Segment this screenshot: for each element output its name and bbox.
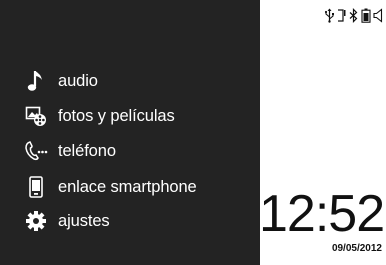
menu-item-audio[interactable]: audio [0,64,260,98]
battery-icon [361,8,371,23]
usb-icon [324,8,335,23]
photo-film-icon [22,102,50,130]
menu-item-label: enlace smartphone [58,177,197,196]
menu-item-label: teléfono [58,141,116,160]
status-bar [324,8,383,23]
menu-item-phone[interactable]: teléfono [0,134,260,168]
menu-item-label: audio [58,71,98,90]
menu-item-photos-films[interactable]: fotos y películas [0,99,260,133]
music-note-icon [22,67,50,95]
clock-time: 12:52 [259,185,385,243]
menu-item-label: fotos y películas [58,106,175,125]
phone-icon [22,137,50,165]
menu-panel: audio fotos y películas teléfono enlace … [0,0,260,265]
phone-handset-icon [337,8,346,23]
bluetooth-icon [348,8,359,23]
menu-item-label: ajustes [58,211,110,230]
gear-icon [22,207,50,235]
menu-item-settings[interactable]: ajustes [0,204,260,238]
menu-item-smartphone-link[interactable]: enlace smartphone [0,170,260,204]
volume-icon [373,8,383,23]
smartphone-icon [22,173,50,201]
clock-date: 09/05/2012 [331,243,382,254]
